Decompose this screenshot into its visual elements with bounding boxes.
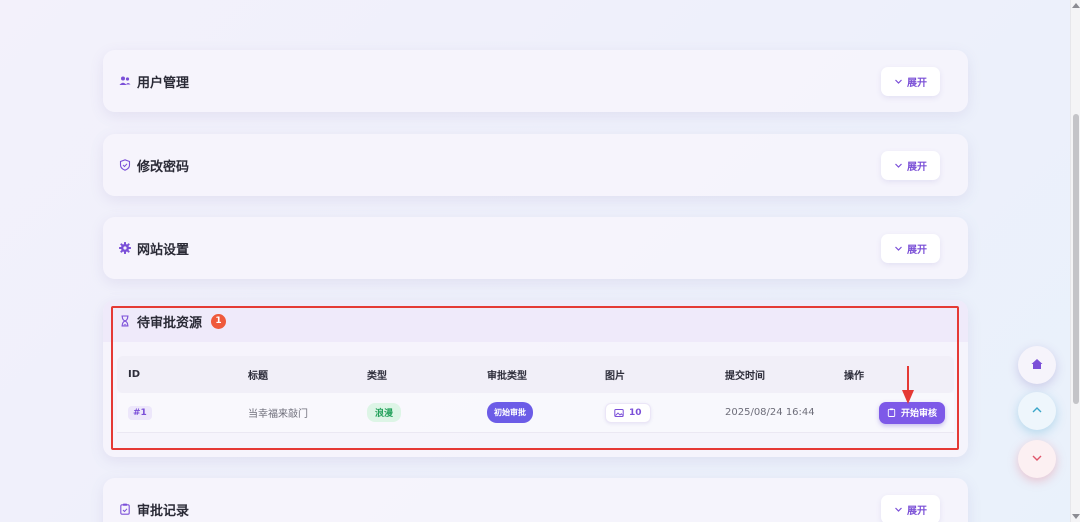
column-header-submitted-at: 提交时间 bbox=[725, 371, 765, 382]
gear-icon bbox=[119, 242, 131, 254]
clipboard-icon bbox=[119, 503, 131, 515]
row-title: 当幸福来敲门 bbox=[248, 409, 308, 420]
image-icon bbox=[614, 408, 624, 418]
scroll-top-button[interactable] bbox=[1018, 392, 1056, 430]
expand-button[interactable]: 展开 bbox=[881, 67, 940, 96]
start-review-button[interactable]: 开始审核 bbox=[879, 401, 946, 424]
pending-count-badge: 1 bbox=[211, 313, 227, 329]
section-title: 网站设置 bbox=[137, 242, 190, 258]
approval-records-section: 审批记录 展开 bbox=[103, 478, 968, 522]
pending-table: ID 标题 类型 审批类型 图片 提交时间 操作 #1 当幸福来敲门 浪漫 初始… bbox=[117, 356, 954, 433]
clipboard-icon bbox=[887, 408, 896, 417]
pending-resources-section: 待审批资源 1 ID 标题 类型 审批类型 图片 提交时间 操作 #1 当幸福来… bbox=[103, 300, 968, 457]
row-type-badge: 浪漫 bbox=[367, 403, 402, 422]
annotation-arrow-icon bbox=[902, 366, 914, 404]
approval-records-header[interactable]: 审批记录 展开 bbox=[103, 478, 968, 522]
expand-button[interactable]: 展开 bbox=[881, 234, 940, 263]
section-title: 审批记录 bbox=[137, 503, 190, 519]
users-icon bbox=[119, 75, 131, 87]
row-images-button[interactable]: 10 bbox=[605, 402, 651, 423]
column-header-title: 标题 bbox=[248, 371, 268, 382]
change-password-header[interactable]: 修改密码 展开 bbox=[103, 134, 968, 196]
chevron-down-icon bbox=[894, 244, 903, 253]
user-management-section: 用户管理 展开 bbox=[103, 50, 968, 112]
column-header-approval-type: 审批类型 bbox=[487, 371, 527, 382]
column-header-actions: 操作 bbox=[844, 371, 864, 382]
table-header: ID 标题 类型 审批类型 图片 提交时间 操作 bbox=[117, 356, 954, 393]
scroll-bottom-button[interactable] bbox=[1018, 440, 1056, 478]
home-button[interactable] bbox=[1018, 346, 1056, 384]
scrollbar[interactable] bbox=[1070, 0, 1080, 522]
expand-label: 展开 bbox=[907, 162, 927, 173]
section-title: 修改密码 bbox=[137, 159, 190, 175]
pending-resources-header: 待审批资源 1 bbox=[103, 300, 968, 342]
expand-label: 展开 bbox=[907, 245, 927, 256]
column-header-id: ID bbox=[128, 369, 141, 380]
expand-button[interactable]: 展开 bbox=[881, 495, 940, 522]
user-management-header[interactable]: 用户管理 展开 bbox=[103, 50, 968, 112]
chevron-down-icon bbox=[894, 505, 903, 514]
section-title: 待审批资源 bbox=[137, 315, 203, 331]
chevron-up-icon bbox=[1030, 402, 1044, 421]
column-header-images: 图片 bbox=[605, 371, 625, 382]
chevron-down-icon bbox=[894, 77, 903, 86]
shield-icon bbox=[119, 159, 131, 171]
expand-button[interactable]: 展开 bbox=[881, 151, 940, 180]
home-icon bbox=[1030, 356, 1044, 375]
row-id-badge: #1 bbox=[128, 405, 152, 420]
table-row: #1 当幸福来敲门 浪漫 初始审批 10 2025/08/24 16:44 开始… bbox=[117, 393, 954, 433]
scroll-up-arrow[interactable] bbox=[1072, 3, 1080, 8]
column-header-type: 类型 bbox=[367, 371, 387, 382]
site-settings-section: 网站设置 展开 bbox=[103, 217, 968, 279]
start-review-label: 开始审核 bbox=[901, 409, 938, 419]
chevron-down-icon bbox=[894, 161, 903, 170]
scroll-down-arrow[interactable] bbox=[1072, 514, 1080, 519]
change-password-section: 修改密码 展开 bbox=[103, 134, 968, 196]
row-approval-type-badge: 初始审批 bbox=[487, 402, 533, 423]
row-submitted-at: 2025/08/24 16:44 bbox=[725, 407, 815, 418]
row-images-count: 10 bbox=[629, 407, 642, 418]
scrollbar-thumb[interactable] bbox=[1073, 114, 1079, 404]
chevron-down-icon bbox=[1030, 450, 1044, 469]
site-settings-header[interactable]: 网站设置 展开 bbox=[103, 217, 968, 279]
expand-label: 展开 bbox=[907, 506, 927, 517]
hourglass-icon bbox=[119, 315, 131, 327]
section-title: 用户管理 bbox=[137, 75, 190, 91]
expand-label: 展开 bbox=[907, 78, 927, 89]
